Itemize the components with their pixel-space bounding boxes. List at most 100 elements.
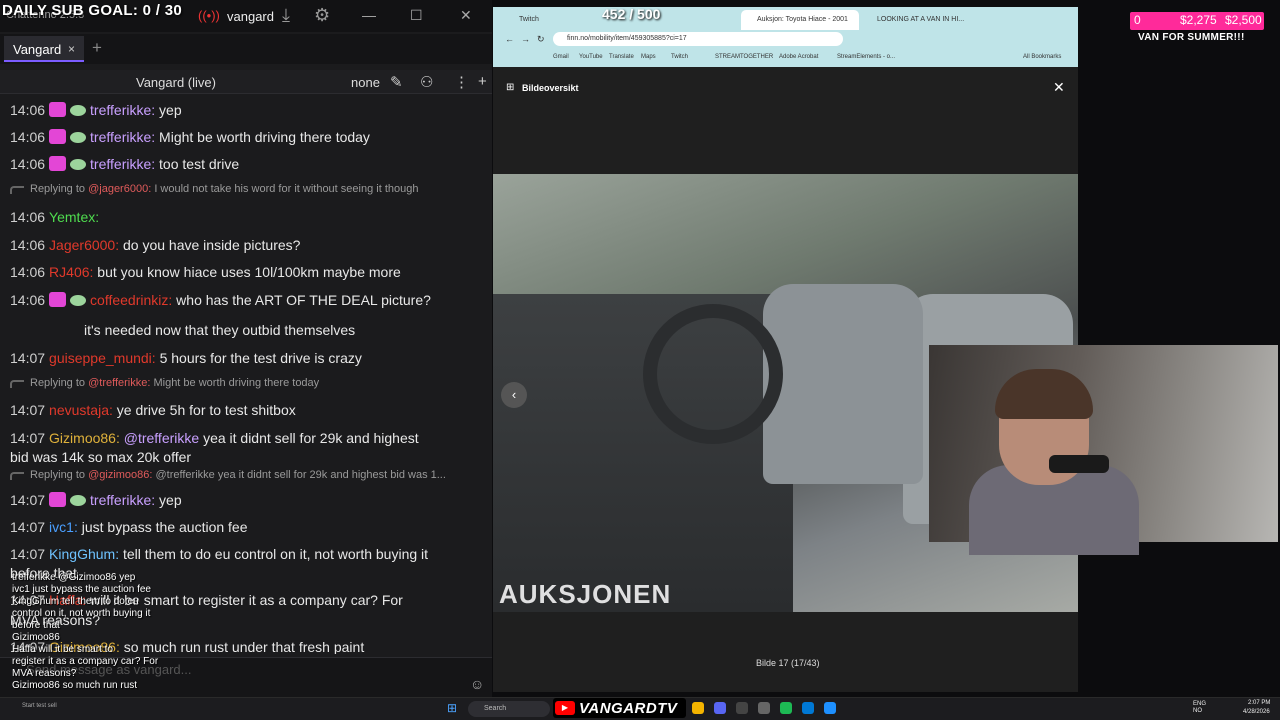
obs-icon[interactable]: [736, 702, 748, 714]
subscriber-badge-icon: [49, 156, 67, 171]
language-indicator[interactable]: ENG NO: [1193, 701, 1206, 715]
live-icon: ((•)): [198, 8, 220, 23]
message-username[interactable]: Gizimoo86:: [49, 430, 124, 446]
chat-message[interactable]: 14:06 RJ406: but you know hiace uses 10l/…: [10, 264, 401, 280]
tab-close-icon[interactable]: ×: [68, 42, 75, 56]
browser-window: Twitch Auksjon: Toyota Hiace - 2001 LOOK…: [493, 7, 1078, 67]
message-username[interactable]: trefferikke:: [90, 129, 159, 145]
reply-user[interactable]: @jager6000:: [88, 183, 154, 195]
reply-user[interactable]: @trefferikke:: [88, 377, 153, 389]
chat-message[interactable]: it's needed now that they outbid themsel…: [84, 322, 355, 338]
reply-prefix: Replying to: [30, 183, 89, 195]
reply-indicator[interactable]: Replying to @trefferikke: Might be worth…: [10, 377, 319, 389]
back-icon[interactable]: ←: [505, 34, 514, 44]
message-username[interactable]: guiseppe_mundi:: [49, 350, 160, 366]
ufo-emote-icon: [70, 295, 87, 306]
streamer-hair-shape: [995, 369, 1093, 419]
chat-message[interactable]: 14:07 KingGhum: tell them to do eu contro…: [10, 546, 428, 562]
weather-widget[interactable]: Start test sell: [22, 703, 57, 709]
bookmark-item[interactable]: Translate: [609, 54, 634, 60]
chat-message[interactable]: 14:07 Gizimoo86: @trefferikke yea it didn…: [10, 430, 419, 446]
address-bar[interactable]: finn.no/mobility/item/459305885?ci=17: [553, 32, 843, 46]
chat-message[interactable]: 14:07 nevustaja: ye drive 5h for to test …: [10, 402, 296, 418]
bookmark-item[interactable]: Gmail: [553, 54, 569, 60]
youtube-play-icon: ▶: [555, 701, 575, 715]
chrome-icon[interactable]: [692, 702, 704, 714]
add-tab-icon[interactable]: +: [92, 38, 102, 58]
windows-start-icon[interactable]: ⊞: [447, 701, 457, 715]
bookmark-item[interactable]: Maps: [641, 54, 656, 60]
browser-tab-looking[interactable]: LOOKING AT A VAN IN HI...: [861, 10, 971, 30]
chat-message[interactable]: 14:06 trefferikke: too test drive: [10, 156, 239, 172]
edge-icon[interactable]: [802, 702, 814, 714]
message-username[interactable]: RJ406:: [49, 264, 97, 280]
message-username[interactable]: trefferikke:: [90, 492, 159, 508]
account-name[interactable]: vangard: [227, 9, 274, 24]
bookmark-item[interactable]: StreamElements - o...: [837, 54, 895, 60]
chat-message[interactable]: 14:07 guiseppe_mundi: 5 hours for the tes…: [10, 350, 362, 366]
taskbar-search[interactable]: Search: [468, 701, 550, 717]
subscriber-badge-icon: [49, 129, 67, 144]
app-icon[interactable]: [824, 702, 836, 714]
grid-icon: ⊞: [506, 82, 515, 93]
chat-message[interactable]: 14:06 coffeedrinkiz: who has the ART OF T…: [10, 292, 431, 308]
download-icon[interactable]: ⤓: [282, 5, 290, 26]
chat-message[interactable]: bid was 14k so max 20k offer: [10, 449, 191, 465]
settings-gear-icon[interactable]: ⚙: [314, 5, 330, 26]
overlay-chat-line: KingGhum tell them to do eu: [12, 596, 139, 607]
bookmark-item[interactable]: All Bookmarks: [1023, 54, 1061, 60]
chat-message[interactable]: 14:06 Yemtex:: [10, 209, 99, 225]
pencil-icon[interactable]: ✎: [390, 73, 403, 91]
message-username[interactable]: trefferikke:: [90, 156, 159, 172]
emote-picker-icon[interactable]: ☺: [470, 676, 484, 692]
channel-title[interactable]: Vangard (live): [136, 75, 216, 90]
message-list[interactable]: 14:06 trefferikke: yep 14:06 trefferikke: M…: [0, 94, 490, 654]
browser-tab-auksjon[interactable]: Auksjon: Toyota Hiace - 2001: [741, 10, 859, 30]
forward-icon[interactable]: →: [521, 34, 530, 44]
message-timestamp: 14:07: [10, 546, 46, 562]
chat-message[interactable]: 14:07 trefferikke: yep: [10, 492, 182, 508]
terminal-icon[interactable]: [758, 702, 770, 714]
chat-message[interactable]: 14:06 trefferikke: yep: [10, 102, 182, 118]
close-icon[interactable]: ✕: [460, 7, 472, 24]
message-timestamp: 14:06: [10, 156, 46, 172]
bookmark-item[interactable]: STREAMTOGETHER: [715, 54, 773, 60]
browser-tab-twitch[interactable]: Twitch: [503, 10, 613, 30]
clock-date[interactable]: 4/28/2026: [1243, 709, 1270, 715]
chat-message[interactable]: 14:06 Jager6000: do you have inside pictu…: [10, 237, 300, 253]
add-split-icon[interactable]: +: [478, 73, 487, 90]
message-username[interactable]: Jager6000:: [49, 237, 123, 253]
chat-message[interactable]: 14:06 trefferikke: Might be worth driving…: [10, 129, 370, 145]
message-username[interactable]: KingGhum:: [49, 546, 123, 562]
maximize-icon[interactable]: ☐: [410, 7, 423, 24]
users-icon[interactable]: ⚇: [420, 73, 433, 91]
chat-message[interactable]: 14:07 ivc1: just bypass the auction fee: [10, 519, 248, 535]
reply-indicator[interactable]: Replying to @jager6000: I would not take…: [10, 183, 418, 195]
tab-row: Vangard × +: [0, 34, 492, 64]
message-text: yep: [159, 492, 182, 508]
bookmark-item[interactable]: Adobe Acrobat: [779, 54, 818, 60]
previous-image-button[interactable]: ‹: [501, 382, 527, 408]
message-username[interactable]: trefferikke:: [90, 102, 159, 118]
message-username[interactable]: ivc1:: [49, 519, 82, 535]
message-username[interactable]: coffeedrinkiz:: [90, 292, 176, 308]
clock-time[interactable]: 2:07 PM: [1248, 700, 1270, 706]
message-username[interactable]: Yemtex:: [49, 209, 99, 225]
bookmark-item[interactable]: YouTube: [579, 54, 603, 60]
reply-indicator[interactable]: Replying to @gizimoo86: @trefferikke yea…: [10, 469, 446, 481]
reload-icon[interactable]: ↻: [537, 34, 545, 45]
discord-icon[interactable]: [714, 702, 726, 714]
tab-vangard[interactable]: Vangard ×: [4, 36, 84, 62]
message-username[interactable]: nevustaja:: [49, 402, 117, 418]
message-text: too test drive: [159, 156, 240, 172]
message-mention[interactable]: @trefferikke: [124, 430, 203, 446]
bookmark-item[interactable]: Twitch: [671, 54, 688, 60]
viewer-close-icon[interactable]: ✕: [1053, 79, 1065, 96]
chat-mode[interactable]: none: [351, 75, 380, 90]
reply-user[interactable]: @gizimoo86:: [88, 469, 155, 481]
spotify-icon[interactable]: [780, 702, 792, 714]
message-timestamp: 14:07: [10, 492, 46, 508]
more-menu-icon[interactable]: ⋮: [454, 73, 469, 91]
minimize-icon[interactable]: —: [362, 7, 376, 23]
message-timestamp: 14:06: [10, 102, 46, 118]
